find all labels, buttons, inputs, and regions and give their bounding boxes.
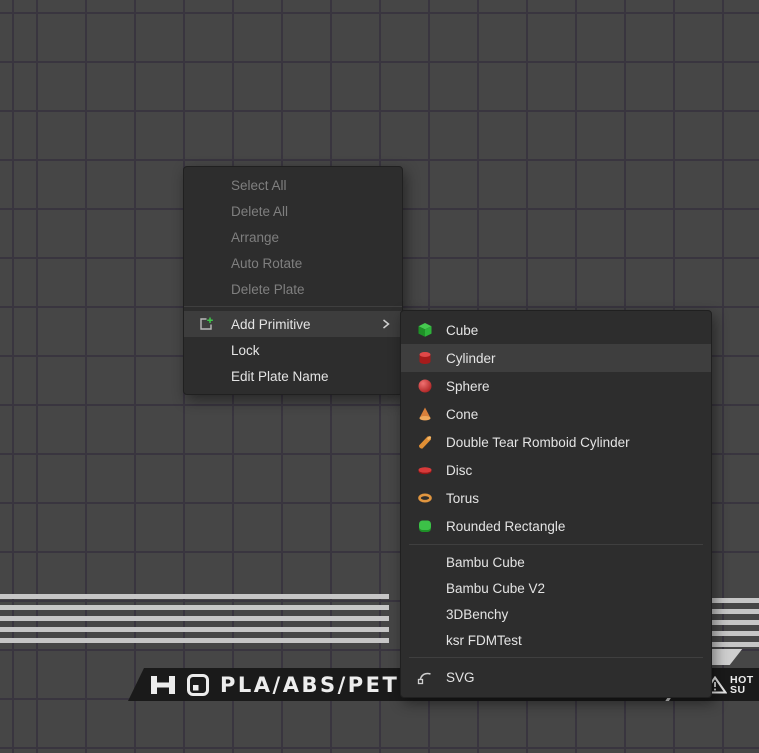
- menu-item-select-all: Select All: [184, 172, 402, 198]
- menu-item-label: Add Primitive: [231, 317, 311, 332]
- submenu-item-sphere[interactable]: Sphere: [401, 372, 711, 400]
- submenu-item-label: Cube: [446, 323, 478, 338]
- plate-context-menu: Select All Delete All Arrange Auto Rotat…: [183, 166, 403, 395]
- menu-item-auto-rotate: Auto Rotate: [184, 250, 402, 276]
- chevron-right-icon: [382, 319, 390, 329]
- menu-item-label: Delete All: [231, 204, 288, 219]
- submenu-item-double-tear-romboid-cylinder[interactable]: Double Tear Romboid Cylinder: [401, 428, 711, 456]
- submenu-item-label: Bambu Cube V2: [446, 581, 545, 596]
- plate-stripes-left: [0, 594, 389, 643]
- submenu-item-label: SVG: [446, 670, 475, 685]
- cube-icon: [417, 322, 433, 338]
- menu-item-edit-plate-name[interactable]: Edit Plate Name: [184, 363, 402, 389]
- submenu-item-label: Torus: [446, 491, 479, 506]
- submenu-item-cone[interactable]: Cone: [401, 400, 711, 428]
- menu-item-label: Arrange: [231, 230, 279, 245]
- svg-curve-icon: [417, 669, 433, 685]
- submenu-item-ksr-fdmtest[interactable]: ksr FDMTest: [401, 627, 711, 653]
- add-primitive-submenu: Cube Cylinder Sphere: [400, 310, 712, 698]
- menu-item-add-primitive[interactable]: Add Primitive: [184, 311, 402, 337]
- submenu-item-cube[interactable]: Cube: [401, 316, 711, 344]
- menu-item-label: Lock: [231, 343, 260, 358]
- submenu-item-label: Double Tear Romboid Cylinder: [446, 435, 630, 450]
- submenu-item-disc[interactable]: Disc: [401, 456, 711, 484]
- menu-item-delete-plate: Delete Plate: [184, 276, 402, 302]
- submenu-item-svg[interactable]: SVG: [401, 662, 711, 692]
- submenu-separator: [409, 544, 703, 545]
- plate-material-label: PLA/ABS/PETG: [220, 673, 419, 697]
- submenu-separator: [409, 657, 703, 658]
- disc-icon: [417, 462, 433, 478]
- submenu-item-3dbenchy[interactable]: 3DBenchy: [401, 601, 711, 627]
- submenu-item-label: Cylinder: [446, 351, 496, 366]
- submenu-item-label: Sphere: [446, 379, 490, 394]
- rounded-rectangle-icon: [417, 518, 433, 534]
- handy-logo-icon: [150, 675, 176, 695]
- submenu-item-label: Rounded Rectangle: [446, 519, 565, 534]
- submenu-item-rounded-rectangle[interactable]: Rounded Rectangle: [401, 512, 711, 540]
- menu-item-label: Edit Plate Name: [231, 369, 329, 384]
- add-primitive-icon: [198, 316, 214, 332]
- menu-item-label: Auto Rotate: [231, 256, 302, 271]
- submenu-item-label: 3DBenchy: [446, 607, 508, 622]
- menu-item-label: Delete Plate: [231, 282, 305, 297]
- submenu-item-cylinder[interactable]: Cylinder: [401, 344, 711, 372]
- romboid-cylinder-icon: [417, 434, 433, 450]
- torus-icon: [417, 490, 433, 506]
- menu-separator: [184, 306, 402, 307]
- submenu-item-label: ksr FDMTest: [446, 633, 522, 648]
- cone-icon: [417, 406, 433, 422]
- submenu-item-label: Disc: [446, 463, 472, 478]
- submenu-item-bambu-cube[interactable]: Bambu Cube: [401, 549, 711, 575]
- submenu-item-bambu-cube-v2[interactable]: Bambu Cube V2: [401, 575, 711, 601]
- submenu-item-label: Cone: [446, 407, 478, 422]
- menu-item-delete-all: Delete All: [184, 198, 402, 224]
- submenu-item-torus[interactable]: Torus: [401, 484, 711, 512]
- menu-item-label: Select All: [231, 178, 287, 193]
- sphere-icon: [417, 378, 433, 394]
- warning-text-line2: SU: [730, 685, 758, 695]
- bambu-logo-icon: [187, 674, 209, 696]
- cylinder-icon: [417, 350, 433, 366]
- submenu-item-label: Bambu Cube: [446, 555, 525, 570]
- menu-item-lock[interactable]: Lock: [184, 337, 402, 363]
- menu-item-arrange: Arrange: [184, 224, 402, 250]
